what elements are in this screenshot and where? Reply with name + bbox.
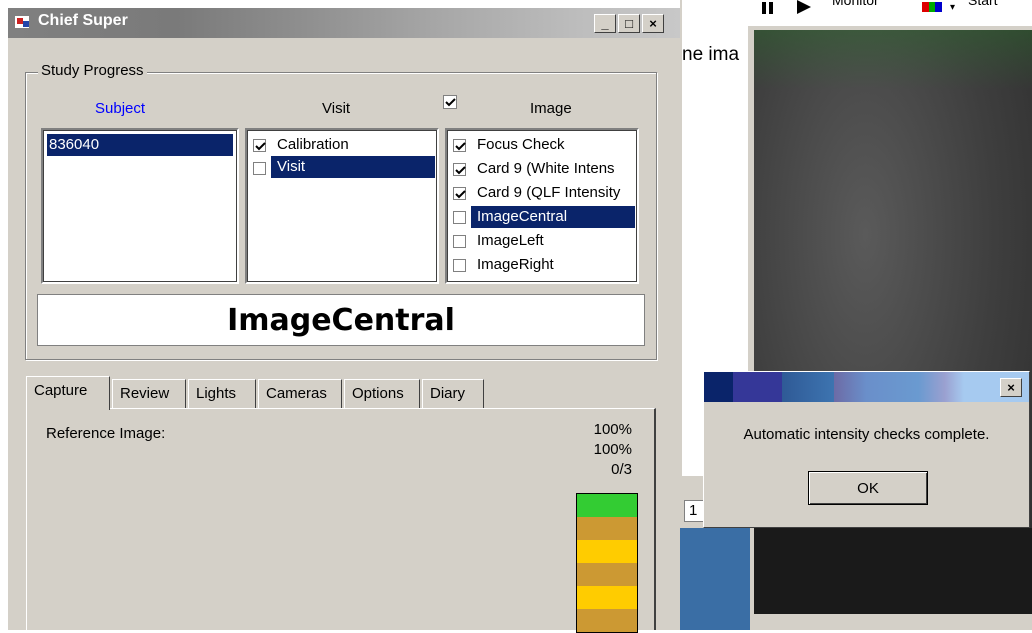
visit-item-calibration[interactable]: Calibration — [271, 134, 349, 156]
visit-list[interactable]: Calibration Visit — [245, 128, 439, 284]
minimize-icon: _ — [601, 16, 609, 31]
image-checkbox-imageleft[interactable] — [453, 235, 466, 248]
intensity-meter — [576, 493, 638, 633]
ok-button[interactable]: OK — [808, 471, 928, 505]
dialog-close-button[interactable]: × — [1000, 378, 1022, 397]
image-item-card9-qlf[interactable]: Card 9 (QLF Intensity — [471, 182, 620, 204]
meter-segment — [577, 517, 637, 540]
monitor-label: Monitor — [832, 0, 879, 8]
visit-header: Visit — [322, 100, 351, 117]
app-icon — [15, 16, 29, 28]
tab-capture[interactable]: Capture — [26, 376, 110, 410]
close-icon: × — [1007, 380, 1015, 395]
image-item-focus-check[interactable]: Focus Check — [471, 134, 565, 156]
meter-segment — [577, 563, 637, 586]
monitor-green-noise — [754, 30, 1032, 90]
check-icon — [445, 98, 456, 107]
image-list[interactable]: Focus Check Card 9 (White Intens Card 9 … — [445, 128, 639, 284]
tab-bar: Capture Review Lights Cameras Options Di… — [26, 376, 486, 410]
reference-image-label: Reference Image: — [46, 425, 166, 442]
visit-checkbox-calibration[interactable] — [253, 139, 266, 152]
image-header-checkbox[interactable] — [443, 95, 457, 109]
image-item-imageright[interactable]: ImageRight — [471, 254, 554, 276]
minimize-button[interactable]: _ — [594, 14, 616, 33]
monitor-dark-band — [754, 528, 1032, 614]
subject-item[interactable]: 836040 — [47, 134, 233, 156]
image-item-imageleft[interactable]: ImageLeft — [471, 230, 544, 252]
image-item-imagecentral[interactable]: ImageCentral — [471, 206, 635, 228]
image-checkbox-imagecentral[interactable] — [453, 211, 466, 224]
subject-list[interactable]: 836040 — [41, 128, 239, 284]
tab-diary[interactable]: Diary — [422, 379, 484, 409]
stat-2: 100% — [593, 441, 632, 458]
maximize-button[interactable]: □ — [618, 14, 640, 33]
check-icon — [455, 190, 466, 199]
dialog-title-bar[interactable] — [704, 372, 1029, 402]
check-icon — [455, 142, 466, 151]
dropdown-arrow-icon[interactable]: ▾ — [950, 2, 955, 13]
tab-cameras[interactable]: Cameras — [258, 379, 342, 409]
image-checkbox-focus-check[interactable] — [453, 139, 466, 152]
image-checkbox-card9-white[interactable] — [453, 163, 466, 176]
visit-item-visit[interactable]: Visit — [271, 156, 435, 178]
tab-options[interactable]: Options — [344, 379, 420, 409]
play-icon[interactable] — [797, 0, 811, 14]
start-label[interactable]: Start — [968, 0, 998, 8]
image-checkbox-card9-qlf[interactable] — [453, 187, 466, 200]
meter-segment — [577, 540, 637, 563]
tab-review[interactable]: Review — [112, 379, 186, 409]
background-field-text: 1 — [689, 502, 698, 519]
dialog-message: Automatic intensity checks complete. — [743, 426, 990, 443]
current-image-display: ImageCentral — [37, 294, 645, 346]
maximize-icon: □ — [625, 16, 633, 31]
message-dialog: × Automatic intensity checks complete. O… — [703, 371, 1030, 528]
image-checkbox-imageright[interactable] — [453, 259, 466, 272]
study-progress-legend: Study Progress — [38, 62, 147, 79]
visit-checkbox-visit[interactable] — [253, 162, 266, 175]
background-field: 1 — [684, 500, 704, 522]
image-item-card9-white[interactable]: Card 9 (White Intens — [471, 158, 615, 180]
check-icon — [455, 166, 466, 175]
image-header: Image — [530, 100, 572, 117]
stat-3: 0/3 — [611, 461, 632, 478]
color-icon[interactable] — [922, 2, 943, 12]
meter-segment — [577, 609, 637, 632]
stat-1: 100% — [593, 421, 632, 438]
close-icon: × — [649, 16, 657, 31]
tab-lights[interactable]: Lights — [188, 379, 256, 409]
meter-segment — [577, 586, 637, 609]
chief-super-window: Chief Super _ □ × Study Progress Subject… — [8, 8, 680, 633]
close-button[interactable]: × — [642, 14, 664, 33]
background-partial-text: ne ima — [682, 44, 740, 65]
meter-segment — [577, 494, 637, 517]
window-title: Chief Super — [38, 12, 128, 29]
title-bar[interactable]: Chief Super _ □ × — [8, 8, 680, 38]
subject-header: Subject — [95, 100, 146, 117]
pause-icon[interactable] — [762, 2, 776, 14]
check-icon — [255, 142, 266, 151]
capture-panel: Reference Image: 100% 100% 0/3 — [26, 408, 656, 633]
